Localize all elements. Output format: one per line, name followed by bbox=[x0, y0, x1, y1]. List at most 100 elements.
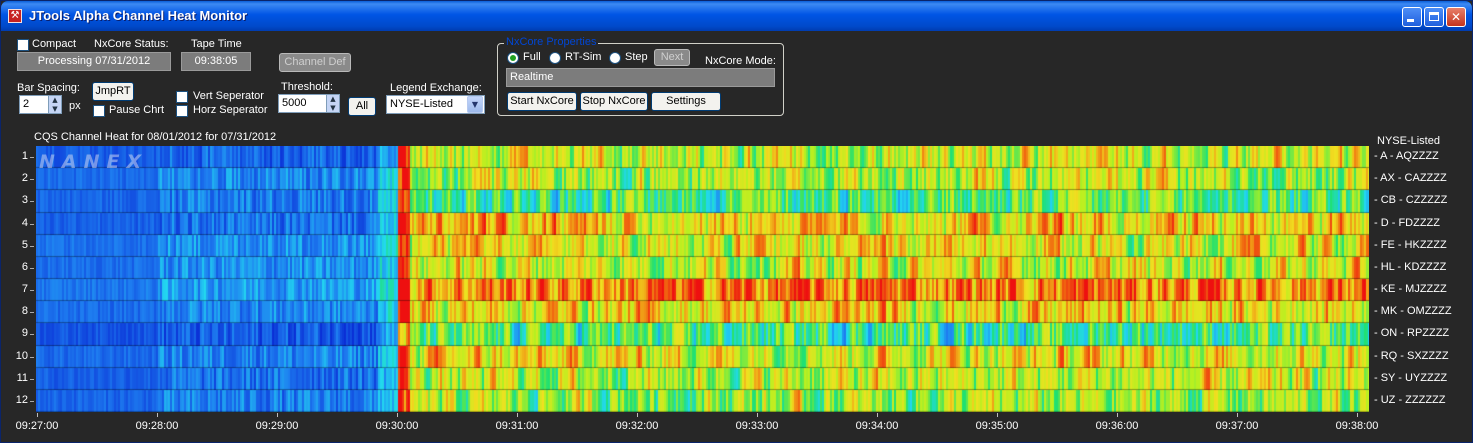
x-tick-label: 09:28:00 bbox=[135, 420, 179, 432]
x-tick bbox=[157, 413, 158, 417]
legend-row-label: - FE - HKZZZZ bbox=[1374, 238, 1447, 251]
row-number: 1 bbox=[21, 150, 28, 163]
row-tick bbox=[30, 157, 34, 159]
x-tick-label: 09:37:00 bbox=[1215, 420, 1259, 432]
row-number: 5 bbox=[21, 238, 28, 251]
close-icon: ✕ bbox=[1450, 10, 1462, 24]
legend-row-label: - RQ - SXZZZZ bbox=[1374, 349, 1449, 362]
nxcore-status-field: Processing 07/31/2012 bbox=[17, 52, 171, 71]
x-tick-label: 09:35:00 bbox=[975, 420, 1019, 432]
nxcore-mode-field: Realtime bbox=[506, 68, 775, 87]
horz-separator-label: Horz Seperator bbox=[193, 104, 268, 116]
pause-chart-checkbox[interactable] bbox=[93, 105, 105, 117]
row-tick bbox=[30, 223, 34, 225]
nxcore-status-label: NxCore Status: bbox=[94, 38, 169, 50]
spin-down-icon[interactable]: ▼ bbox=[49, 105, 61, 114]
compact-label: Compact bbox=[32, 38, 77, 50]
mode-step-radio[interactable] bbox=[609, 52, 621, 64]
x-tick-label: 09:36:00 bbox=[1095, 420, 1139, 432]
settings-button[interactable]: Settings bbox=[651, 92, 721, 111]
vert-separator-checkbox[interactable] bbox=[176, 91, 188, 103]
legend-row-label: - KE - MJZZZZ bbox=[1374, 283, 1447, 296]
tape-time-field: 09:38:05 bbox=[181, 52, 251, 71]
horz-separator-checkbox[interactable] bbox=[176, 105, 188, 117]
title-bar[interactable]: ⚒ JTools Alpha Channel Heat Monitor ✕ bbox=[1, 1, 1472, 31]
row-tick bbox=[30, 334, 34, 336]
legend-row-label: - D - FDZZZZ bbox=[1374, 216, 1440, 229]
row-tick bbox=[30, 312, 34, 314]
mode-rtsim-radio[interactable] bbox=[549, 52, 561, 64]
spin-up-icon[interactable]: ▲ bbox=[327, 95, 339, 104]
legend-row-label: - A - AQZZZZ bbox=[1374, 150, 1439, 163]
row-number: 6 bbox=[21, 260, 28, 273]
x-tick bbox=[37, 413, 38, 417]
threshold-input[interactable]: 5000 bbox=[278, 94, 328, 113]
chevron-down-icon[interactable]: ▼ bbox=[467, 96, 483, 113]
row-tick bbox=[30, 290, 34, 292]
row-tick bbox=[30, 201, 34, 203]
row-number: 11 bbox=[16, 371, 28, 384]
threshold-spinner[interactable]: ▲ ▼ bbox=[326, 94, 340, 113]
x-tick-label: 09:31:00 bbox=[495, 420, 539, 432]
threshold-all-button[interactable]: All bbox=[348, 97, 376, 116]
nxcore-mode-label: NxCore Mode: bbox=[705, 55, 776, 67]
next-button[interactable]: Next bbox=[654, 49, 690, 66]
legend-exchange-label: Legend Exchange: bbox=[390, 82, 482, 94]
row-tick bbox=[30, 400, 34, 402]
row-tick bbox=[30, 356, 34, 358]
x-tick-label: 09:32:00 bbox=[615, 420, 659, 432]
heatmap-plot[interactable] bbox=[36, 146, 1369, 412]
app-logo-icon: ⚒ bbox=[8, 9, 22, 23]
x-tick-label: 09:33:00 bbox=[735, 420, 779, 432]
row-tick bbox=[30, 378, 34, 380]
mode-full-radio[interactable] bbox=[507, 52, 519, 64]
channel-def-button[interactable]: Channel Def bbox=[279, 53, 351, 72]
row-number: 3 bbox=[21, 194, 28, 207]
x-tick bbox=[277, 413, 278, 417]
nxcore-properties-title: NxCore Properties bbox=[504, 36, 599, 48]
tape-time-label: Tape Time bbox=[191, 38, 242, 50]
x-tick bbox=[397, 413, 398, 417]
minimize-icon bbox=[1407, 19, 1414, 22]
x-tick bbox=[757, 413, 758, 417]
heatmap-canvas bbox=[36, 146, 1369, 412]
legend-row-label: - ON - RPZZZZ bbox=[1374, 327, 1450, 340]
x-tick-label: 09:30:00 bbox=[375, 420, 419, 432]
mode-full-label: Full bbox=[523, 51, 541, 63]
close-button[interactable]: ✕ bbox=[1446, 7, 1466, 27]
bar-spacing-unit: px bbox=[69, 100, 81, 112]
mode-rtsim-label: RT-Sim bbox=[565, 51, 602, 63]
spin-down-icon[interactable]: ▼ bbox=[327, 104, 339, 113]
window-title: JTools Alpha Channel Heat Monitor bbox=[29, 8, 248, 23]
start-nxcore-button[interactable]: Start NxCore bbox=[507, 92, 577, 111]
x-tick bbox=[1357, 413, 1358, 417]
x-tick bbox=[1237, 413, 1238, 417]
x-tick-label: 09:29:00 bbox=[255, 420, 299, 432]
legend-row-label: - MK - OMZZZZ bbox=[1374, 305, 1452, 318]
row-number: 10 bbox=[15, 349, 28, 362]
app-window: ⚒ JTools Alpha Channel Heat Monitor ✕ Co… bbox=[0, 0, 1473, 443]
legend-title: NYSE-Listed bbox=[1377, 135, 1440, 147]
bar-spacing-spinner[interactable]: ▲ ▼ bbox=[48, 95, 62, 114]
x-tick bbox=[517, 413, 518, 417]
row-number: 7 bbox=[21, 283, 28, 296]
compact-checkbox[interactable] bbox=[17, 39, 29, 51]
row-number: 4 bbox=[21, 216, 28, 229]
legend-row-label: - CB - CZZZZZ bbox=[1374, 194, 1448, 207]
row-number: 8 bbox=[21, 305, 28, 318]
x-tick bbox=[1117, 413, 1118, 417]
bar-spacing-input[interactable]: 2 bbox=[19, 95, 50, 114]
row-number: 9 bbox=[21, 327, 28, 340]
legend-row-label: - AX - CAZZZZ bbox=[1374, 172, 1447, 185]
vert-separator-label: Vert Seperator bbox=[193, 90, 264, 102]
minimize-button[interactable] bbox=[1402, 7, 1422, 27]
spin-up-icon[interactable]: ▲ bbox=[49, 96, 61, 105]
row-tick bbox=[30, 179, 34, 181]
x-tick bbox=[637, 413, 638, 417]
stop-nxcore-button[interactable]: Stop NxCore bbox=[580, 92, 648, 111]
threshold-label: Threshold: bbox=[281, 81, 333, 93]
jmprt-button[interactable]: JmpRT bbox=[92, 82, 134, 101]
maximize-button[interactable] bbox=[1424, 7, 1444, 27]
chart-title: CQS Channel Heat for 08/01/2012 for 07/3… bbox=[34, 131, 277, 143]
x-tick bbox=[877, 413, 878, 417]
